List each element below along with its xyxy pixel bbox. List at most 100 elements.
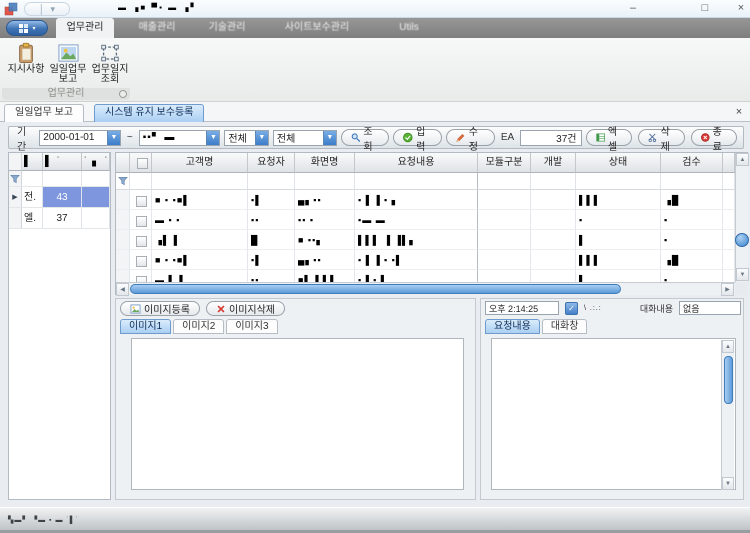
header-status[interactable]: 상태 — [576, 153, 661, 173]
table-row[interactable]: ▬ ▪ ▪ ▪▪ ▪▪ ▪ ▪▬ ▬ ▪ ▪ — [116, 210, 735, 230]
tab-system-maintenance[interactable]: 시스템 유지 보수등록 — [94, 104, 205, 122]
header-dev[interactable]: 개발 — [531, 153, 576, 173]
ribbon-button-worklog-search[interactable]: 업무일지 조회 — [90, 40, 130, 86]
image-register-button[interactable]: 이미지등록 — [120, 301, 200, 316]
minimize-button[interactable]: – — [620, 0, 646, 17]
filter-cell[interactable] — [43, 171, 82, 187]
filter-icon[interactable] — [9, 171, 22, 187]
scroll-down-button[interactable]: ▼ — [736, 268, 749, 281]
scroll-right-button[interactable]: ▶ — [721, 283, 734, 296]
summary-grid-filter-row[interactable] — [9, 171, 110, 187]
dropdown-button[interactable]: ▼ — [206, 130, 220, 145]
row-checkbox-cell[interactable] — [130, 210, 152, 230]
dialog-launcher[interactable] — [119, 90, 127, 98]
maximize-button[interactable]: □ — [692, 0, 718, 17]
date-to-combo[interactable]: ▪▪▘ ▬ ▼ — [138, 129, 221, 146]
filter-cell[interactable] — [531, 173, 576, 190]
filter-cell[interactable] — [295, 173, 355, 190]
ribbon-tab-utils[interactable]: Utils — [386, 18, 432, 38]
ribbon-button-daily-report[interactable]: 일일업무 보고 — [48, 40, 88, 86]
filter-cell[interactable] — [248, 173, 295, 190]
search-button[interactable]: 조회 — [340, 127, 390, 153]
header-module[interactable]: 모듈구분 — [478, 153, 531, 173]
chat-content-field[interactable]: 없음 — [679, 301, 741, 315]
tab-image2[interactable]: 이미지2 — [173, 319, 225, 334]
select-all-checkbox[interactable] — [137, 158, 148, 170]
ribbon-tab-business[interactable]: 업무관리 — [56, 18, 114, 38]
scroll-up-button[interactable]: ▲ — [736, 153, 749, 166]
filter-cell[interactable] — [22, 171, 43, 187]
excel-button[interactable]: 엑셀 — [585, 127, 633, 153]
filter-cell[interactable] — [82, 171, 110, 187]
header-checkbox-cell[interactable] — [130, 153, 152, 173]
close-button[interactable]: × — [728, 0, 750, 17]
tab-chat-window[interactable]: 대화창 — [541, 319, 588, 334]
summary-row-other[interactable]: 엘. 37 — [9, 208, 110, 229]
ribbon-tab-tech[interactable]: 기술관리 — [198, 18, 256, 38]
calendar-check-button[interactable]: ✓ — [565, 301, 578, 315]
tab-close-icon[interactable]: × — [732, 105, 746, 119]
count-field[interactable]: 37건 — [520, 129, 582, 146]
quick-access-toolbar[interactable]: │ ▾ — [24, 2, 70, 16]
table-row[interactable]: ▬ ▌ ▌ ▪▪ ■▌ ▌▌▌ ▪ ▌▪ ▌ ▌ ▪ — [116, 270, 735, 282]
scrollbar-thumb[interactable] — [724, 356, 733, 404]
filter-cell[interactable] — [723, 173, 735, 190]
filter-icon[interactable] — [116, 173, 130, 190]
image-display-area[interactable] — [131, 338, 464, 490]
filter-cell[interactable] — [661, 173, 723, 190]
scroll-left-button[interactable]: ◀ — [116, 283, 129, 296]
dropdown-button[interactable]: ▼ — [106, 130, 120, 145]
filter-cell[interactable] — [130, 173, 152, 190]
header-requester[interactable]: 요청자 — [248, 153, 295, 173]
header-screen[interactable]: 화면명 — [295, 153, 355, 173]
time-field[interactable]: 오후 2:14:25 — [485, 301, 559, 315]
app-menu-button[interactable]: ▾ — [6, 20, 48, 36]
row-checkbox-cell[interactable] — [130, 230, 152, 250]
row-checkbox[interactable] — [136, 235, 147, 247]
image-delete-button[interactable]: 이미지삭제 — [206, 301, 285, 316]
row-checkbox[interactable] — [136, 215, 147, 227]
header-inspect[interactable]: 검수 — [661, 153, 723, 173]
ribbon-tab-sales[interactable]: 매출관리 — [128, 18, 186, 38]
filter-cell[interactable] — [576, 173, 661, 190]
table-row[interactable]: ■ ▪ ▪■▌ ▪▌ ▄▖▪▪ ▪ ▌ ▌▪ ▪▌ ▌▌▌ ▗█ — [116, 250, 735, 270]
header-customer[interactable]: 고객명 — [152, 153, 248, 173]
ribbon-button-directives[interactable]: 지시사항 — [6, 40, 46, 86]
qat-dropdown-icon[interactable]: ▾ — [51, 4, 56, 15]
row-checkbox-cell[interactable] — [130, 270, 152, 282]
vertical-scrollbar[interactable]: ▲ ▼ — [735, 153, 749, 282]
filter-cell[interactable] — [152, 173, 248, 190]
vertical-scrollbar[interactable]: ▲ ▼ — [721, 340, 734, 490]
ribbon-tab-site-maintenance[interactable]: 사이트보수관리 — [266, 18, 368, 38]
edit-button[interactable]: 수정 — [446, 127, 495, 153]
dropdown-button[interactable]: ▼ — [322, 130, 336, 145]
row-checkbox-cell[interactable] — [130, 250, 152, 270]
tab-image1[interactable]: 이미지1 — [120, 319, 172, 334]
filter1-combo[interactable]: 전체 ▼ — [224, 129, 269, 146]
header-request[interactable]: 요청내용 — [355, 153, 478, 173]
tab-request-content[interactable]: 요청내용 — [485, 319, 540, 334]
grid-filter-row[interactable] — [116, 173, 735, 190]
dropdown-button[interactable]: ▼ — [254, 130, 268, 145]
scroll-up-button[interactable]: ▲ — [722, 340, 734, 353]
request-content-area[interactable]: ▲ ▼ — [491, 338, 736, 490]
scrollbar-thumb[interactable] — [735, 233, 749, 247]
tab-daily-report[interactable]: 일일업무 보고 — [4, 104, 84, 122]
table-row[interactable]: ▗▌ ▌ █ ■ ▪▪▖ ▌▌▌ ▐ ▐▌▖ ▌ ▪ — [116, 230, 735, 250]
filter2-combo[interactable]: 전체 ▼ — [272, 129, 337, 146]
row-checkbox-cell[interactable] — [130, 190, 152, 210]
row-checkbox[interactable] — [136, 195, 147, 207]
exit-button[interactable]: 종료 — [691, 127, 737, 153]
row-checkbox[interactable] — [136, 255, 147, 267]
input-button[interactable]: 입력 — [393, 127, 443, 153]
tab-image3[interactable]: 이미지3 — [226, 319, 278, 334]
delete-button[interactable]: 삭제 — [638, 127, 686, 153]
table-row[interactable]: ■ ▪ ▪■▌ ▪▌ ▄▖▪▪ ▪ ▌ ▌▪ ▖ ▌▌▌ ▗█ — [116, 190, 735, 210]
scroll-down-button[interactable]: ▼ — [722, 477, 734, 490]
summary-row-total[interactable]: ▶ 전. 43 — [9, 187, 110, 208]
scrollbar-thumb[interactable] — [130, 284, 621, 294]
filter-cell[interactable] — [478, 173, 531, 190]
date-from-combo[interactable]: 2000-01-01 ▼ — [39, 129, 121, 146]
horizontal-scrollbar[interactable]: ◀ ▶ — [116, 282, 735, 296]
filter-cell[interactable] — [355, 173, 478, 190]
